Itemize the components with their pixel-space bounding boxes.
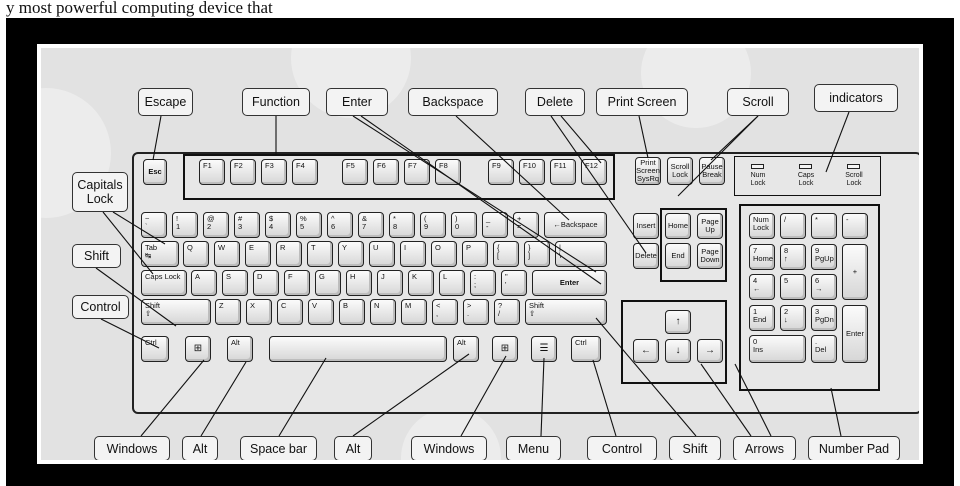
callout-windows-right: Windows [411, 436, 487, 460]
callout-alt-right: Alt [334, 436, 372, 460]
image-frame: Num Lock Caps Lock Scroll Lock Esc F1 F2 F3… [6, 18, 954, 486]
leader-scroll-2 [710, 115, 759, 161]
caption-text: y most powerful computing device that [6, 0, 273, 17]
leader-windows-left [140, 359, 205, 437]
callout-escape: Escape [138, 88, 193, 116]
leader-capitals-lock-2 [112, 211, 166, 245]
callout-enter: Enter [326, 88, 388, 116]
callout-delete: Delete [525, 88, 585, 116]
leader-number-pad [830, 387, 842, 437]
leader-alt-right [352, 353, 470, 437]
callout-indicators: indicators [814, 84, 898, 112]
callout-number-pad: Number Pad [808, 436, 900, 460]
callout-backspace: Backspace [408, 88, 498, 116]
callout-control-right: Control [587, 436, 657, 460]
callout-menu: Menu [506, 436, 561, 460]
leader-arrows-1 [700, 363, 752, 437]
leader-enter-1 [352, 115, 597, 273]
callout-shift-right: Shift [669, 436, 721, 460]
callout-shift-left: Shift [72, 244, 121, 268]
callout-alt-left: Alt [182, 436, 218, 460]
leader-space-bar [278, 357, 327, 437]
leader-alt-left [200, 361, 247, 437]
callout-function: Function [242, 88, 310, 116]
callout-space-bar: Space bar [240, 436, 317, 460]
callout-capitals-lock: Capitals Lock [72, 172, 128, 212]
keyboard-diagram: Num Lock Caps Lock Scroll Lock Esc F1 F2 F3… [37, 44, 923, 464]
leader-windows-right [460, 355, 507, 437]
leader-indicators [825, 111, 850, 173]
leader-menu [540, 357, 545, 437]
watermark-circle [921, 208, 923, 338]
leader-control-left [100, 318, 160, 349]
leader-delete-1 [550, 115, 647, 254]
callout-control-left: Control [72, 295, 129, 319]
callout-print-screen: Print Screen [596, 88, 688, 116]
leader-backspace [455, 115, 570, 221]
leader-enter-2 [360, 115, 602, 285]
leader-escape [152, 115, 162, 161]
leader-arrows-2 [734, 363, 772, 437]
leader-control-right [592, 359, 617, 437]
callout-arrows: Arrows [733, 436, 796, 460]
leader-print-screen [638, 115, 649, 159]
callout-scroll: Scroll [727, 88, 789, 116]
callout-windows-left: Windows [94, 436, 170, 460]
leader-scroll-1 [677, 115, 759, 197]
